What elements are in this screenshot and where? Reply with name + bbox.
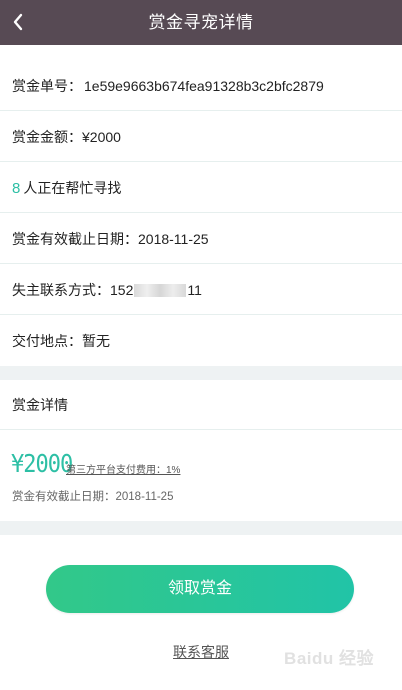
top-bar: 赏金寻宠详情: [0, 0, 402, 45]
reward-amount-row: 赏金金额：¥2000: [0, 112, 402, 162]
page-title: 赏金寻宠详情: [148, 13, 254, 32]
reward-amount-label: 赏金金额：: [12, 129, 82, 145]
baidu-watermark: Baidu 经验: [284, 649, 374, 668]
deadline-label: 赏金有效截止日期：: [12, 231, 138, 247]
section-divider-bottom: [0, 521, 402, 535]
reward-detail-deadline: 赏金有效截止日期：2018-11-25: [12, 491, 174, 503]
reward-detail-amount: ¥2000: [11, 450, 73, 479]
reward-amount-value: ¥2000: [82, 129, 121, 145]
delivery-location-row: 交付地点：暂无: [0, 316, 402, 366]
deadline-value: 2018-11-25: [138, 231, 209, 247]
helpers-count: 8: [12, 180, 21, 197]
deadline-row: 赏金有效截止日期：2018-11-25: [0, 214, 402, 264]
contact-row: 失主联系方式：152 11: [0, 265, 402, 315]
order-number-row: 赏金单号： 1e59e9663b674fea91328b3c2bfc2879: [0, 61, 402, 111]
contact-label: 失主联系方式：: [12, 282, 110, 298]
contact-blurred: [134, 283, 187, 297]
section-divider: [0, 366, 402, 380]
top-spacer: [0, 45, 402, 61]
delivery-location-value: 暂无: [82, 333, 110, 349]
delivery-location-label: 交付地点：: [12, 333, 82, 349]
platform-fee-link[interactable]: 第三方平台支付费用：1%: [66, 461, 180, 476]
reward-detail-title: 赏金详情: [0, 380, 402, 430]
helpers-text: 人正在帮忙寻找: [23, 180, 122, 196]
order-number-label: 赏金单号：: [12, 78, 82, 94]
helpers-row: 8 人正在帮忙寻找: [0, 163, 402, 213]
order-number-value: 1e59e9663b674fea91328b3c2bfc2879: [84, 78, 324, 94]
contact-suffix: 11: [187, 282, 202, 298]
claim-reward-button[interactable]: 领取赏金: [46, 565, 354, 613]
contact-prefix: 152: [110, 282, 134, 298]
contact-service-label: 联系客服: [173, 644, 229, 660]
